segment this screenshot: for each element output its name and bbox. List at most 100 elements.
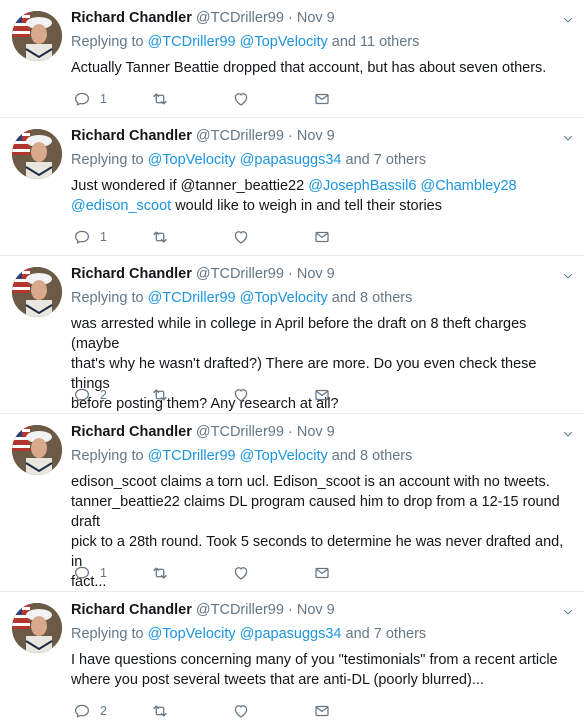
- author-handle[interactable]: @TCDriller99: [196, 424, 284, 440]
- replying-prefix: Replying to: [71, 448, 148, 464]
- retweet-button[interactable]: [151, 564, 169, 582]
- envelope-icon: [313, 228, 331, 246]
- avatar[interactable]: [12, 11, 62, 61]
- tweet-actions: 1: [71, 228, 371, 248]
- reply-others[interactable]: and 11 others: [332, 34, 420, 50]
- reply-button[interactable]: 1: [73, 90, 107, 108]
- reply-mention[interactable]: @papasuggs34: [240, 152, 342, 168]
- heart-icon: [232, 564, 250, 582]
- author-handle[interactable]: @TCDriller99: [196, 128, 284, 144]
- reply-count: 2: [100, 704, 107, 718]
- reply-mention[interactable]: @TopVelocity: [148, 626, 236, 642]
- avatar[interactable]: [12, 425, 62, 475]
- reply-icon: [73, 228, 91, 246]
- author-name[interactable]: Richard Chandler: [71, 602, 192, 618]
- tweet-time[interactable]: Nov 9: [297, 128, 335, 144]
- reply-mention[interactable]: @TopVelocity: [240, 290, 328, 306]
- tweet-time[interactable]: Nov 9: [297, 424, 335, 440]
- dm-button[interactable]: [313, 386, 331, 404]
- tweet[interactable]: Richard Chandler @TCDriller99 · Nov 9 Re…: [0, 0, 584, 118]
- tweet[interactable]: Richard Chandler @TCDriller99 · Nov 9 Re…: [0, 414, 584, 592]
- separator-dot: ·: [287, 10, 293, 26]
- separator-dot: ·: [287, 602, 293, 618]
- reply-others[interactable]: and 7 others: [346, 152, 427, 168]
- reply-button[interactable]: 2: [73, 386, 107, 404]
- author-handle[interactable]: @TCDriller99: [196, 266, 284, 282]
- avatar[interactable]: [12, 129, 62, 179]
- dm-button[interactable]: [313, 564, 331, 582]
- reply-button[interactable]: 1: [73, 564, 107, 582]
- reply-mention[interactable]: @papasuggs34: [240, 626, 342, 642]
- tweet-text: I have questions concerning many of you …: [71, 650, 571, 690]
- tweet-actions: 2: [71, 386, 371, 406]
- tweet-header: Richard Chandler @TCDriller99 · Nov 9: [71, 424, 335, 440]
- reply-mention[interactable]: @TCDriller99: [148, 34, 236, 50]
- dm-button[interactable]: [313, 228, 331, 246]
- tweet-header: Richard Chandler @TCDriller99 · Nov 9: [71, 266, 335, 282]
- replying-prefix: Replying to: [71, 290, 148, 306]
- reply-others[interactable]: and 8 others: [332, 290, 413, 306]
- tweet-actions: 1: [71, 564, 371, 584]
- replying-prefix: Replying to: [71, 626, 148, 642]
- reply-count: 1: [100, 230, 107, 244]
- author-name[interactable]: Richard Chandler: [71, 266, 192, 282]
- reply-count: 1: [100, 566, 107, 580]
- author-name[interactable]: Richard Chandler: [71, 10, 192, 26]
- avatar[interactable]: [12, 267, 62, 317]
- tweet-time[interactable]: Nov 9: [297, 10, 335, 26]
- chevron-down-icon[interactable]: [562, 270, 574, 282]
- reply-button[interactable]: 2: [73, 702, 107, 720]
- tweet[interactable]: Richard Chandler @TCDriller99 · Nov 9 Re…: [0, 256, 584, 414]
- reply-icon: [73, 702, 91, 720]
- heart-icon: [232, 702, 250, 720]
- mention-link[interactable]: @Chambley28: [420, 178, 516, 194]
- mention-link[interactable]: @edison_scoot: [71, 198, 171, 214]
- reply-others[interactable]: and 8 others: [332, 448, 413, 464]
- author-handle[interactable]: @TCDriller99: [196, 602, 284, 618]
- tweet-text-line: edison_scoot claims a torn ucl. Edison_s…: [71, 474, 550, 490]
- separator-dot: ·: [287, 128, 293, 144]
- tweet-time[interactable]: Nov 9: [297, 266, 335, 282]
- retweet-button[interactable]: [151, 386, 169, 404]
- tweet-actions: 2: [71, 702, 371, 722]
- reply-count: 1: [100, 92, 107, 106]
- tweet-text-line: Actually Tanner Beattie dropped that acc…: [71, 60, 547, 76]
- reply-mention[interactable]: @TopVelocity: [148, 152, 236, 168]
- retweet-icon: [151, 90, 169, 108]
- tweet-text-line: was arrested while in college in April b…: [71, 316, 527, 352]
- author-name[interactable]: Richard Chandler: [71, 128, 192, 144]
- like-button[interactable]: [232, 90, 250, 108]
- avatar[interactable]: [12, 603, 62, 653]
- tweet-header: Richard Chandler @TCDriller99 · Nov 9: [71, 10, 335, 26]
- chevron-down-icon[interactable]: [562, 428, 574, 440]
- retweet-button[interactable]: [151, 90, 169, 108]
- author-name[interactable]: Richard Chandler: [71, 424, 192, 440]
- reply-mention[interactable]: @TopVelocity: [240, 34, 328, 50]
- mention-link[interactable]: @JosephBassil6: [308, 178, 416, 194]
- reply-mention[interactable]: @TCDriller99: [148, 448, 236, 464]
- separator-dot: ·: [287, 424, 293, 440]
- tweet-text: Actually Tanner Beattie dropped that acc…: [71, 58, 571, 78]
- like-button[interactable]: [232, 564, 250, 582]
- chevron-down-icon[interactable]: [562, 132, 574, 144]
- like-button[interactable]: [232, 228, 250, 246]
- retweet-button[interactable]: [151, 702, 169, 720]
- reply-others[interactable]: and 7 others: [346, 626, 427, 642]
- reply-button[interactable]: 1: [73, 228, 107, 246]
- author-handle[interactable]: @TCDriller99: [196, 10, 284, 26]
- like-button[interactable]: [232, 702, 250, 720]
- retweet-button[interactable]: [151, 228, 169, 246]
- envelope-icon: [313, 386, 331, 404]
- heart-icon: [232, 228, 250, 246]
- chevron-down-icon[interactable]: [562, 606, 574, 618]
- replying-to: Replying to @TCDriller99 @TopVelocity an…: [71, 290, 412, 306]
- tweet-time[interactable]: Nov 9: [297, 602, 335, 618]
- tweet[interactable]: Richard Chandler @TCDriller99 · Nov 9 Re…: [0, 592, 584, 718]
- chevron-down-icon[interactable]: [562, 14, 574, 26]
- reply-mention[interactable]: @TopVelocity: [240, 448, 328, 464]
- dm-button[interactable]: [313, 702, 331, 720]
- like-button[interactable]: [232, 386, 250, 404]
- tweet[interactable]: Richard Chandler @TCDriller99 · Nov 9 Re…: [0, 118, 584, 256]
- reply-mention[interactable]: @TCDriller99: [148, 290, 236, 306]
- dm-button[interactable]: [313, 90, 331, 108]
